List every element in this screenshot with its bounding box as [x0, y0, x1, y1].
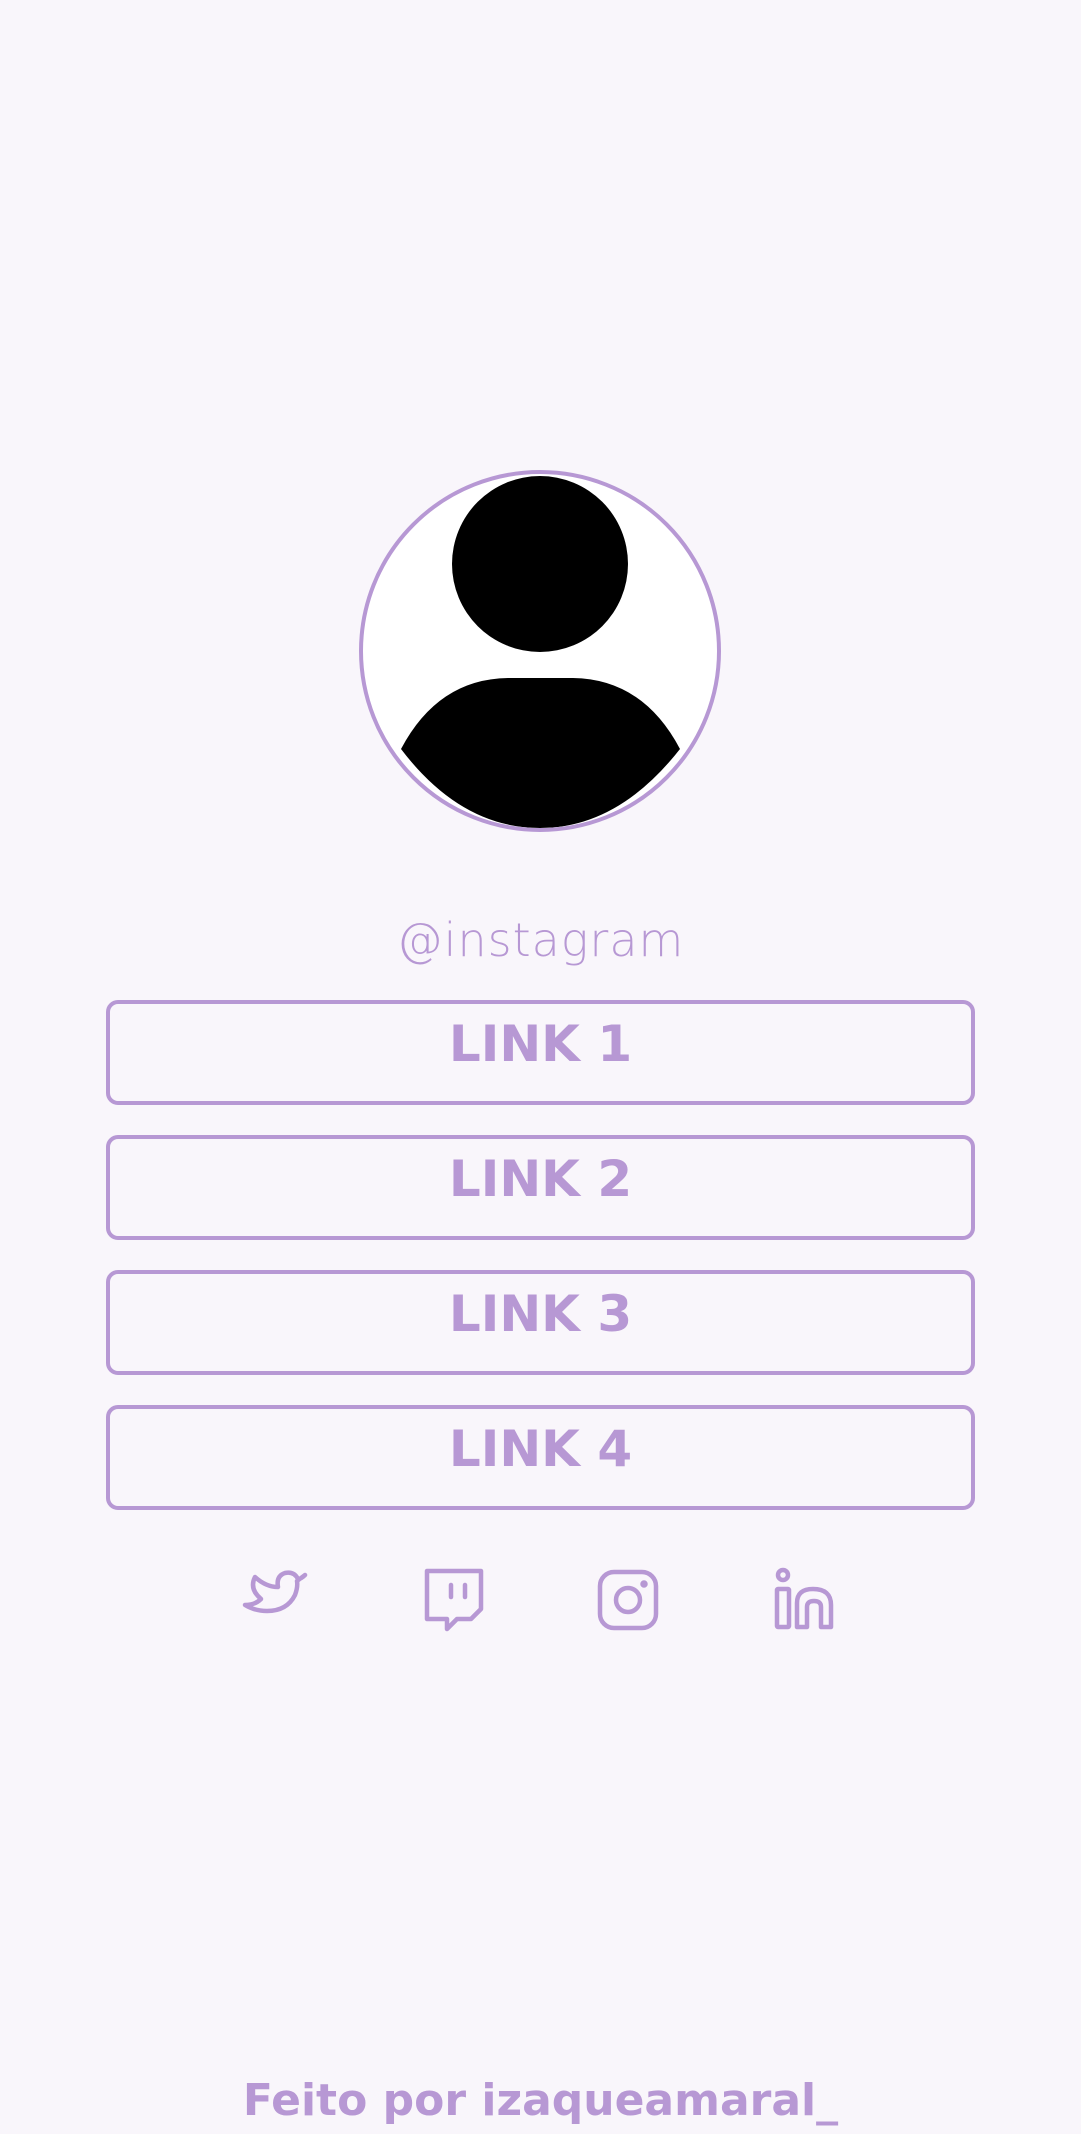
instagram-link[interactable]: [593, 1565, 663, 1635]
twitch-link[interactable]: [417, 1565, 487, 1635]
link-button-3[interactable]: LINK 3: [106, 1270, 975, 1375]
linktree-page: @instagram LINK 1 LINK 2 LINK 3 LINK 4 F…: [0, 0, 1081, 2134]
linkedin-icon: [774, 1567, 834, 1630]
links-list: LINK 1 LINK 2 LINK 3 LINK 4: [106, 1000, 975, 1540]
link-button-2[interactable]: LINK 2: [106, 1135, 975, 1240]
link-button-1[interactable]: LINK 1: [106, 1000, 975, 1105]
linkedin-link[interactable]: [769, 1565, 839, 1635]
profile-avatar: [359, 470, 721, 832]
footer-credit[interactable]: Feito por izaqueamaral_: [0, 2070, 1081, 2132]
instagram-icon: [597, 1569, 659, 1631]
twitter-link[interactable]: [241, 1565, 311, 1635]
twitch-icon: [424, 1568, 484, 1632]
profile-handle[interactable]: @instagram: [0, 908, 1081, 972]
user-avatar-icon: [401, 476, 680, 828]
social-icons-row: [0, 1565, 1081, 1635]
twitter-icon: [242, 1570, 308, 1614]
link-button-4[interactable]: LINK 4: [106, 1405, 975, 1510]
